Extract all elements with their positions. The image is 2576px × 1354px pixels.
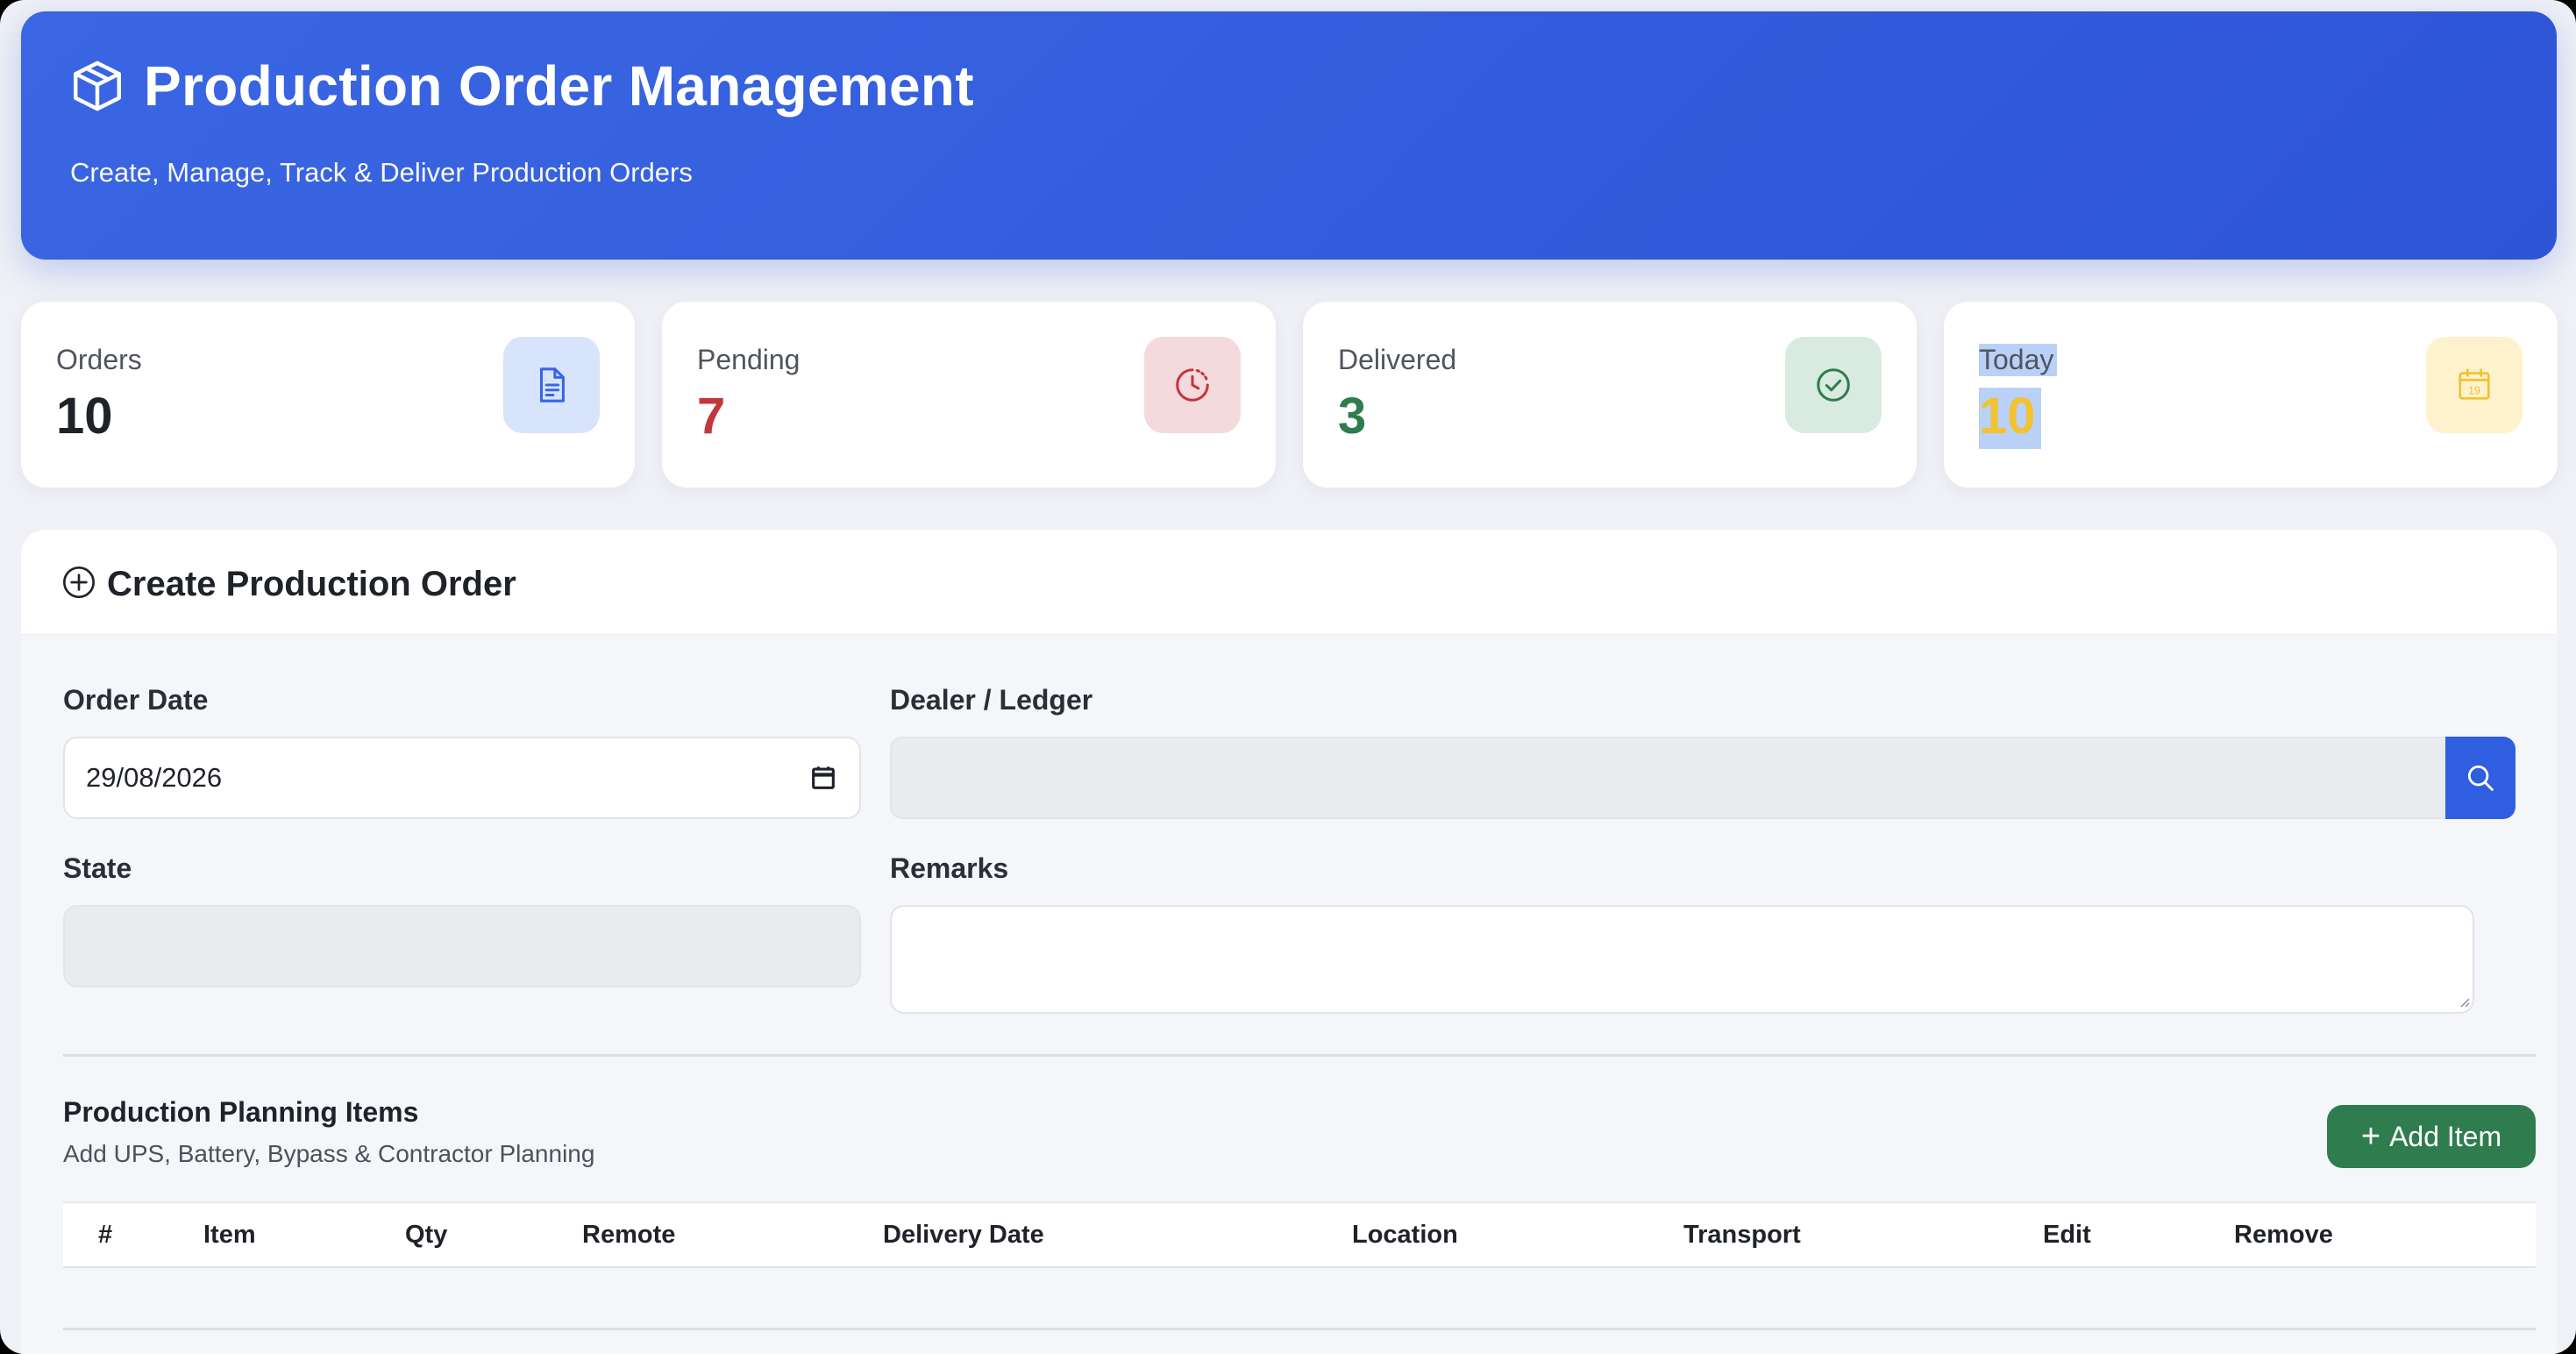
order-date-value: 29/08/2026 <box>86 762 223 793</box>
stat-card-pending: Pending 7 <box>662 302 1276 488</box>
stat-label-delivered: Delivered <box>1338 344 1457 375</box>
dealer-search-button[interactable] <box>2445 737 2516 819</box>
col-header-item: Item <box>203 1221 256 1249</box>
items-table-header: # Item Qty Remote Delivery Date Location… <box>63 1201 2536 1268</box>
calendar-icon: 19 <box>2459 368 2490 400</box>
stat-label-pending: Pending <box>697 344 801 375</box>
stat-label-today: Today <box>1979 344 2058 376</box>
resize-grip-icon[interactable] <box>2457 994 2471 1008</box>
page-title: Production Order Management <box>144 54 974 118</box>
stat-value-pending: 7 <box>697 388 726 445</box>
col-header-remove: Remove <box>2234 1221 2333 1249</box>
section-divider <box>63 1054 2536 1057</box>
stat-value-orders: 10 <box>56 388 113 445</box>
stat-card-orders: Orders 10 <box>21 302 635 488</box>
calendar-icon-day: 19 <box>2468 385 2480 397</box>
stat-icon-box-delivered <box>1785 337 1882 433</box>
col-header-delivery-date: Delivery Date <box>883 1221 1044 1249</box>
items-title: Production Planning Items <box>63 1096 419 1128</box>
stat-value-today: 10 <box>1979 388 2041 449</box>
page-subtitle: Create, Manage, Track & Deliver Producti… <box>70 157 693 188</box>
stat-card-delivered: Delivered 3 <box>1303 302 1917 488</box>
dealer-input[interactable] <box>890 737 2466 819</box>
calendar-picker-icon[interactable] <box>808 763 838 793</box>
table-bottom-divider <box>63 1328 2536 1330</box>
stat-icon-box-orders <box>503 337 600 433</box>
check-circle-icon <box>1817 368 1850 402</box>
page: Production Order Management Create, Mana… <box>0 0 2576 1354</box>
plus-icon: + <box>2360 1118 2381 1155</box>
clock-icon <box>1176 368 1209 402</box>
remarks-textarea[interactable] <box>890 905 2474 1014</box>
items-subtitle: Add UPS, Battery, Bypass & Contractor Pl… <box>63 1140 595 1167</box>
col-header-transport: Transport <box>1683 1221 1801 1249</box>
col-header-qty: Qty <box>405 1221 448 1249</box>
order-date-label: Order Date <box>63 684 209 716</box>
create-order-card: Create Production Order Order Date 29/08… <box>21 530 2557 1354</box>
state-label: State <box>63 852 132 884</box>
col-header-number: # <box>98 1221 113 1249</box>
stat-icon-box-pending <box>1144 337 1241 433</box>
stat-card-today: Today 10 19 <box>1944 302 2558 488</box>
stat-icon-box-today: 19 <box>2426 337 2523 433</box>
plus-circle-icon <box>63 567 95 598</box>
state-input[interactable] <box>63 905 861 987</box>
box-icon <box>74 61 121 111</box>
add-item-label: Add Item <box>2389 1120 2502 1152</box>
dealer-label: Dealer / Ledger <box>890 684 1093 716</box>
add-item-button[interactable]: + Add Item <box>2327 1105 2536 1168</box>
search-icon <box>2467 765 2494 791</box>
create-order-header: Create Production Order <box>21 530 2557 635</box>
col-header-remote: Remote <box>582 1221 676 1249</box>
create-order-title: Create Production Order <box>107 565 516 603</box>
title-row: Production Order Management <box>68 57 974 115</box>
col-header-location: Location <box>1352 1221 1458 1249</box>
order-date-input[interactable]: 29/08/2026 <box>63 737 861 819</box>
remarks-label: Remarks <box>890 852 1009 884</box>
col-header-edit: Edit <box>2043 1221 2091 1249</box>
stat-value-delivered: 3 <box>1338 388 1367 445</box>
page-header: Production Order Management Create, Mana… <box>21 11 2557 260</box>
stat-label-orders: Orders <box>56 344 142 375</box>
document-icon <box>539 367 565 403</box>
